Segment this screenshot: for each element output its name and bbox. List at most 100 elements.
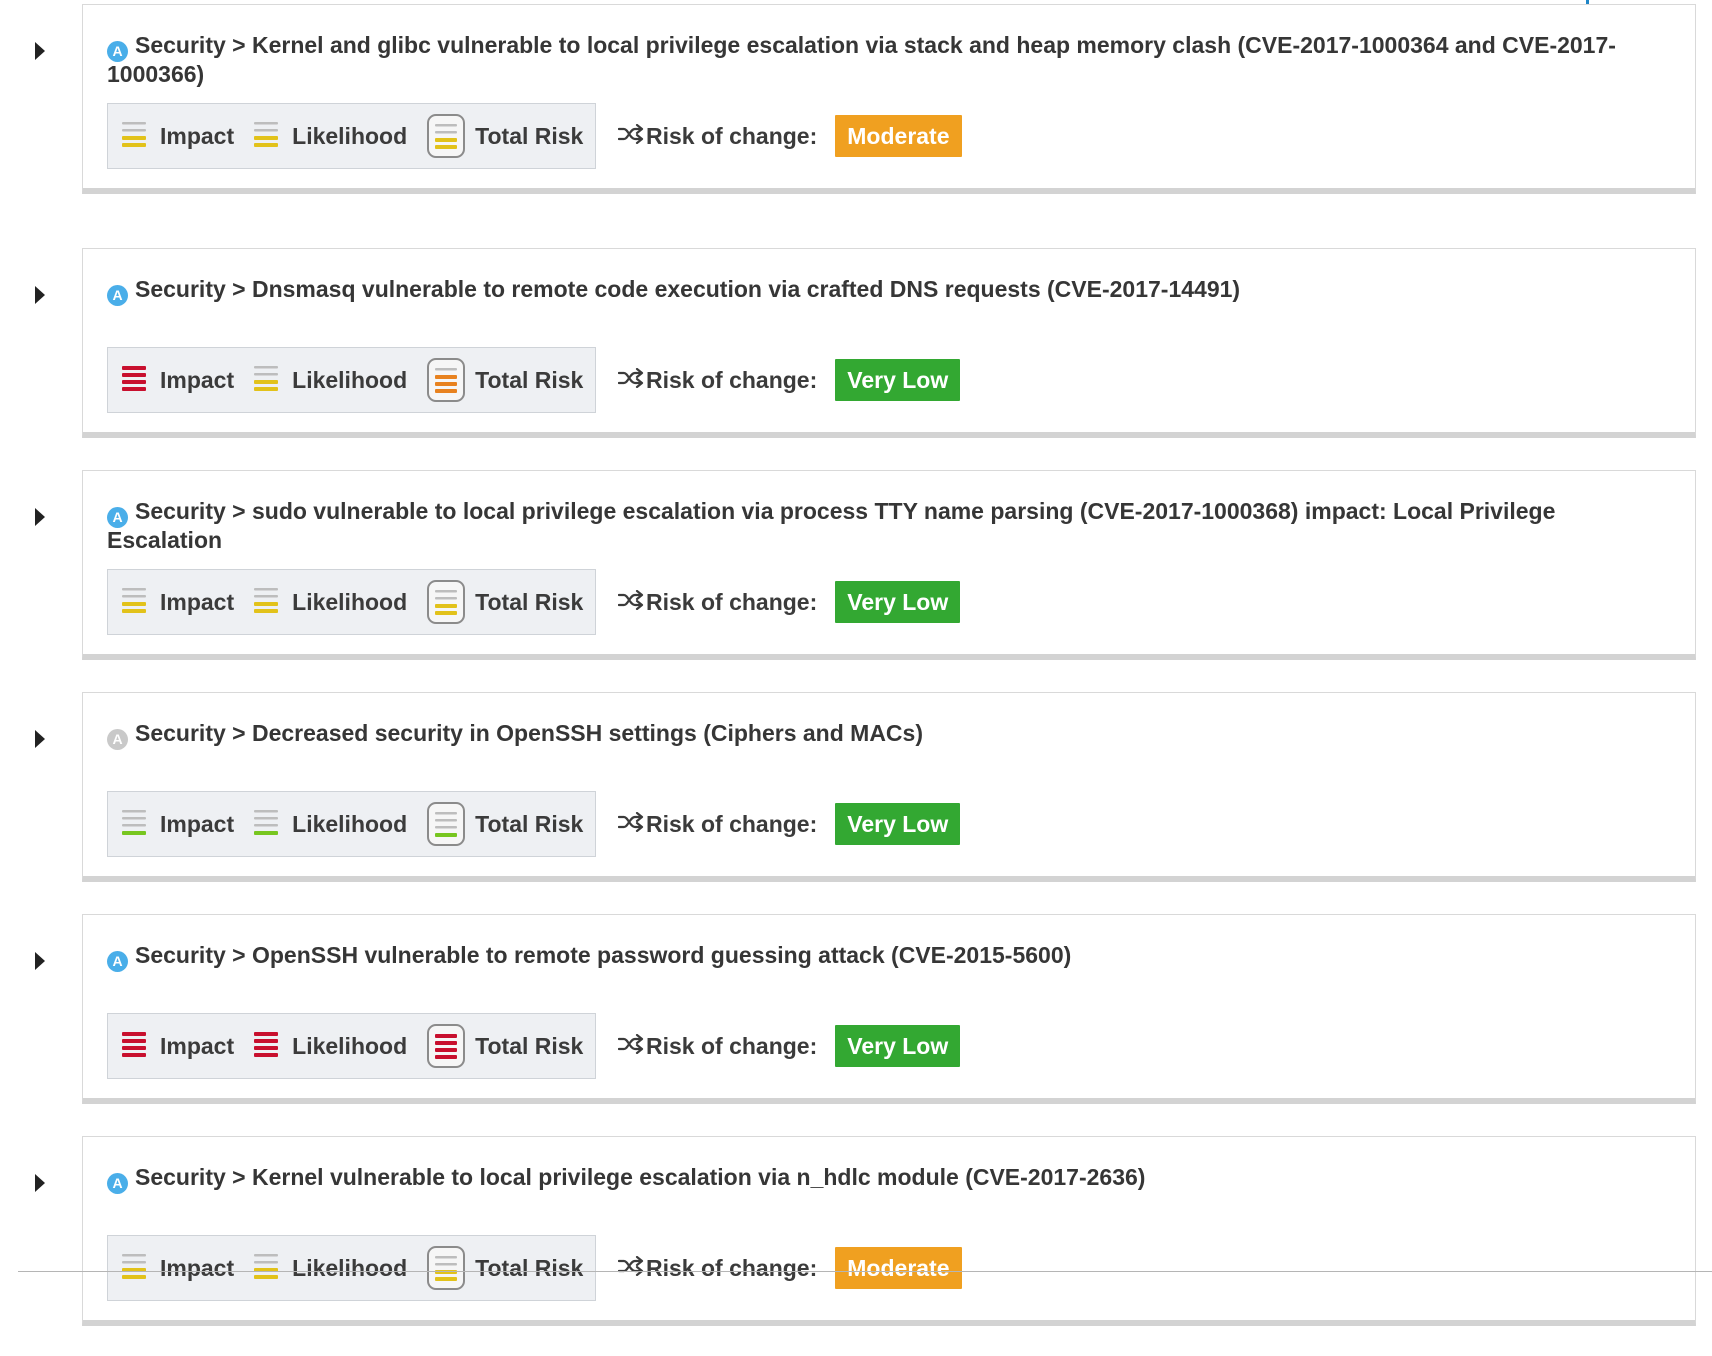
total-risk-metric[interactable]: Total Risk xyxy=(427,1024,583,1068)
rule-row: A Security > OpenSSH vulnerable to remote… xyxy=(0,914,1712,1134)
likelihood-bars-icon xyxy=(254,120,279,153)
source-a-icon: A xyxy=(107,41,128,62)
total-risk-label: Total Risk xyxy=(475,122,584,149)
total-risk-label: Total Risk xyxy=(475,1254,584,1281)
impact-metric[interactable]: Impact xyxy=(122,1252,234,1285)
total-risk-box-icon xyxy=(427,1246,466,1290)
rule-card: A Security > sudo vulnerable to local pri… xyxy=(82,470,1696,660)
source-a-icon: A xyxy=(107,507,128,528)
likelihood-bars-icon xyxy=(254,808,279,841)
likelihood-label: Likelihood xyxy=(292,588,408,615)
total-risk-box-icon xyxy=(427,1024,466,1068)
shuffle-icon xyxy=(617,123,644,149)
rule-card: A Security > Decreased security in OpenSS… xyxy=(82,692,1696,882)
impact-bars-icon xyxy=(122,1030,146,1063)
shuffle-icon xyxy=(617,1033,644,1059)
likelihood-label: Likelihood xyxy=(292,1254,408,1281)
risk-panel: Impact Likelihood Total Risk xyxy=(107,1235,597,1301)
expand-caret-icon[interactable] xyxy=(34,728,46,750)
shuffle-icon xyxy=(617,589,644,615)
impact-label: Impact xyxy=(160,588,235,615)
source-a-icon: A xyxy=(107,951,128,972)
likelihood-metric[interactable]: Likelihood xyxy=(254,120,407,153)
impact-bars-icon xyxy=(122,364,146,397)
risk-of-change: Risk of change: Very Low xyxy=(617,791,961,857)
rule-card: A Security > OpenSSH vulnerable to remote… xyxy=(82,914,1696,1104)
risk-of-change: Risk of change: Moderate xyxy=(617,103,962,169)
risk-of-change-badge: Very Low xyxy=(835,581,961,623)
rule-row: A Security > Kernel vulnerable to local p… xyxy=(0,1136,1712,1356)
impact-bars-icon xyxy=(122,1252,146,1285)
shuffle-icon xyxy=(617,367,644,393)
likelihood-metric[interactable]: Likelihood xyxy=(254,1030,407,1063)
likelihood-bars-icon xyxy=(254,1252,279,1285)
total-risk-label: Total Risk xyxy=(475,366,584,393)
impact-metric[interactable]: Impact xyxy=(122,808,234,841)
rule-title[interactable]: A Security > sudo vulnerable to local pri… xyxy=(107,499,1667,553)
risk-panel: Impact Likelihood Total Risk xyxy=(107,347,597,413)
total-risk-metric[interactable]: Total Risk xyxy=(427,580,583,624)
source-a-icon: A xyxy=(107,729,128,750)
shuffle-icon xyxy=(617,811,644,837)
impact-label: Impact xyxy=(160,1032,235,1059)
impact-bars-icon xyxy=(122,120,146,153)
total-risk-box-icon xyxy=(427,358,466,402)
total-risk-metric[interactable]: Total Risk xyxy=(427,802,583,846)
rule-title[interactable]: A Security > Kernel vulnerable to local p… xyxy=(107,1165,1667,1194)
rule-row: A Security > Kernel and glibc vulnerable … xyxy=(0,4,1712,224)
expand-caret-icon[interactable] xyxy=(34,506,46,528)
rule-card: A Security > Kernel vulnerable to local p… xyxy=(82,1136,1696,1326)
expand-caret-icon[interactable] xyxy=(34,1172,46,1194)
total-risk-box-icon xyxy=(427,114,466,158)
total-risk-label: Total Risk xyxy=(475,1032,584,1059)
likelihood-metric[interactable]: Likelihood xyxy=(254,364,407,397)
likelihood-metric[interactable]: Likelihood xyxy=(254,808,407,841)
impact-metric[interactable]: Impact xyxy=(122,364,234,397)
total-risk-metric[interactable]: Total Risk xyxy=(427,114,583,158)
rule-title[interactable]: A Security > Dnsmasq vulnerable to remote… xyxy=(107,277,1667,306)
risk-of-change-label: Risk of change: xyxy=(646,366,818,393)
rule-row: A Security > Decreased security in OpenSS… xyxy=(0,692,1712,912)
risk-of-change-badge: Moderate xyxy=(835,1247,962,1289)
rule-title[interactable]: A Security > Kernel and glibc vulnerable … xyxy=(107,33,1667,87)
risk-panel: Impact Likelihood Total Risk xyxy=(107,569,597,635)
rule-title[interactable]: A Security > OpenSSH vulnerable to remote… xyxy=(107,943,1667,972)
likelihood-metric[interactable]: Likelihood xyxy=(254,1252,407,1285)
impact-metric[interactable]: Impact xyxy=(122,120,234,153)
risk-of-change-label: Risk of change: xyxy=(646,588,818,615)
impact-label: Impact xyxy=(160,122,235,149)
risk-of-change-badge: Moderate xyxy=(835,115,962,157)
impact-metric[interactable]: Impact xyxy=(122,1030,234,1063)
likelihood-label: Likelihood xyxy=(292,1032,408,1059)
risk-of-change-label: Risk of change: xyxy=(646,1032,818,1059)
rule-title-text: Security > Kernel and glibc vulnerable t… xyxy=(107,32,1616,87)
page-bottom-divider xyxy=(18,1271,1712,1272)
likelihood-bars-icon xyxy=(254,1030,279,1063)
expand-caret-icon[interactable] xyxy=(34,284,46,306)
rule-card: A Security > Dnsmasq vulnerable to remote… xyxy=(82,248,1696,438)
rule-title-text: Security > Dnsmasq vulnerable to remote … xyxy=(135,276,1241,302)
risk-panel: Impact Likelihood Total Risk xyxy=(107,791,597,857)
likelihood-label: Likelihood xyxy=(292,810,408,837)
expand-caret-icon[interactable] xyxy=(34,40,46,62)
rule-title[interactable]: A Security > Decreased security in OpenSS… xyxy=(107,721,1667,750)
total-risk-metric[interactable]: Total Risk xyxy=(427,358,583,402)
likelihood-bars-icon xyxy=(254,364,279,397)
total-risk-metric[interactable]: Total Risk xyxy=(427,1246,583,1290)
risk-of-change-label: Risk of change: xyxy=(646,810,818,837)
impact-label: Impact xyxy=(160,366,235,393)
impact-label: Impact xyxy=(160,1254,235,1281)
impact-bars-icon xyxy=(122,808,146,841)
total-risk-label: Total Risk xyxy=(475,810,584,837)
likelihood-label: Likelihood xyxy=(292,366,408,393)
expand-caret-icon[interactable] xyxy=(34,950,46,972)
risk-of-change-badge: Very Low xyxy=(835,1025,961,1067)
likelihood-metric[interactable]: Likelihood xyxy=(254,586,407,619)
risk-of-change: Risk of change: Moderate xyxy=(617,1235,962,1301)
total-risk-box-icon xyxy=(427,580,466,624)
rule-card: A Security > Kernel and glibc vulnerable … xyxy=(82,4,1696,194)
likelihood-label: Likelihood xyxy=(292,122,408,149)
risk-of-change: Risk of change: Very Low xyxy=(617,1013,961,1079)
impact-metric[interactable]: Impact xyxy=(122,586,234,619)
rule-row: A Security > sudo vulnerable to local pri… xyxy=(0,470,1712,690)
